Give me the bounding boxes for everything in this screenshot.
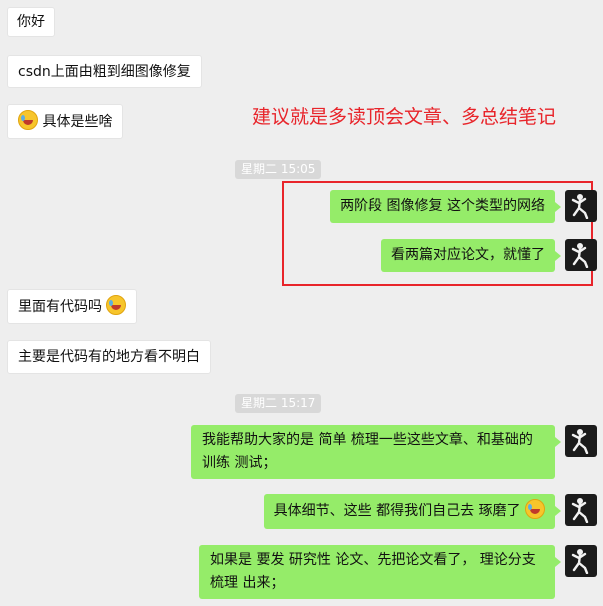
message-bubble[interactable]: 两阶段 图像修复 这个类型的网络 — [330, 190, 561, 223]
avatar-figure — [571, 243, 589, 268]
dancer-avatar-icon[interactable] — [565, 425, 597, 457]
avatar-figure — [571, 429, 589, 454]
dancer-avatar-icon[interactable] — [565, 190, 597, 222]
message-row: 里面有代码吗 — [7, 289, 138, 324]
message-row: csdn上面由粗到细图像修复 — [7, 55, 202, 88]
message-text: 如果是 要发 研究性 论文、先把论文看了， 理论分支 梳理 出来； — [210, 552, 536, 591]
dancer-avatar-icon[interactable] — [565, 545, 597, 577]
message-bubble[interactable]: csdn上面由粗到细图像修复 — [7, 55, 202, 88]
facepalm-laugh-emoji-icon — [18, 110, 38, 130]
avatar-figure — [571, 498, 589, 523]
message-bubble[interactable]: 具体细节、这些 都得我们自己去 琢磨了 — [263, 494, 562, 529]
message-text: 我能帮助大家的是 简单 梳理一些这些文章、和基础的训练 测试； — [202, 432, 533, 471]
dancer-avatar-icon[interactable] — [565, 494, 597, 526]
message-bubble[interactable]: 如果是 要发 研究性 论文、先把论文看了， 理论分支 梳理 出来； — [199, 545, 561, 599]
timestamp: 星期二 15:05 — [235, 160, 322, 179]
message-bubble[interactable]: 我能帮助大家的是 简单 梳理一些这些文章、和基础的训练 测试； — [191, 425, 561, 479]
chat-area: 你好 csdn上面由粗到细图像修复 具体是些啥 建议就是多读顶会文章、多总结笔记… — [0, 0, 603, 606]
message-row: 你好 — [7, 7, 55, 37]
message-row: 我能帮助大家的是 简单 梳理一些这些文章、和基础的训练 测试； — [191, 425, 597, 479]
message-text: csdn上面由粗到细图像修复 — [18, 64, 191, 80]
message-bubble[interactable]: 看两篇对应论文，就懂了 — [381, 239, 561, 272]
avatar-figure — [571, 549, 589, 574]
message-bubble[interactable]: 你好 — [7, 7, 55, 37]
message-text: 具体细节、这些 都得我们自己去 琢磨了 — [273, 503, 521, 519]
message-bubble[interactable]: 主要是代码有的地方看不明白 — [7, 340, 211, 374]
message-text: 你好 — [17, 14, 45, 30]
message-row: 具体细节、这些 都得我们自己去 琢磨了 — [263, 494, 597, 529]
message-row: 具体是些啥 — [7, 104, 124, 139]
message-text: 里面有代码吗 — [18, 299, 102, 315]
avatar-figure — [571, 194, 589, 219]
message-text: 具体是些啥 — [42, 114, 113, 130]
message-row: 看两篇对应论文，就懂了 — [381, 239, 597, 272]
message-row: 主要是代码有的地方看不明白 — [7, 340, 211, 374]
message-text: 两阶段 图像修复 这个类型的网络 — [340, 198, 545, 214]
message-bubble[interactable]: 里面有代码吗 — [7, 289, 138, 324]
annotation-text: 建议就是多读顶会文章、多总结笔记 — [252, 106, 557, 128]
dancer-avatar-icon[interactable] — [565, 239, 597, 271]
facepalm-laugh-emoji-icon — [106, 295, 127, 315]
message-bubble[interactable]: 具体是些啥 — [7, 104, 124, 139]
message-row: 两阶段 图像修复 这个类型的网络 — [330, 190, 597, 223]
message-row: 如果是 要发 研究性 论文、先把论文看了， 理论分支 梳理 出来； — [199, 545, 597, 599]
timestamp: 星期二 15:17 — [235, 394, 322, 413]
message-text: 主要是代码有的地方看不明白 — [18, 349, 200, 365]
facepalm-laugh-emoji-icon — [525, 499, 545, 519]
message-text: 看两篇对应论文，就懂了 — [391, 247, 545, 263]
